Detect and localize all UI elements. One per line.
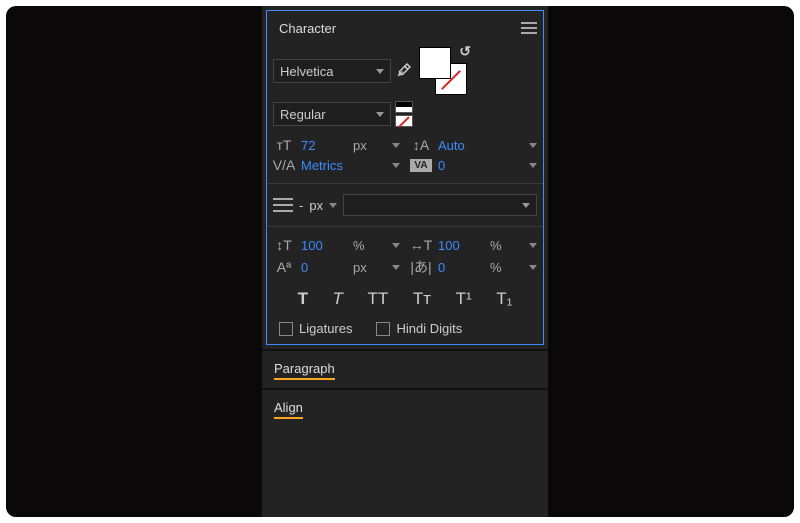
panel-stack: Character Helvetica ↺ xyxy=(262,6,548,517)
stroke-style-dropdown[interactable] xyxy=(343,194,537,216)
paragraph-title: Paragraph xyxy=(274,361,335,380)
tracking-icon: VA xyxy=(410,159,432,172)
align-panel-header[interactable]: Align xyxy=(262,388,548,427)
font-family-value: Helvetica xyxy=(280,64,333,79)
chevron-down-icon xyxy=(376,112,384,117)
swap-colors-icon[interactable]: ↺ xyxy=(459,43,471,60)
tracking-field[interactable]: VA 0 xyxy=(410,157,537,173)
chevron-down-icon[interactable] xyxy=(529,143,537,148)
vertical-scale-field[interactable]: ↕T 100 % xyxy=(273,237,400,253)
fill-stroke-swatch[interactable]: ↺ xyxy=(419,47,467,95)
chevron-down-icon xyxy=(376,69,384,74)
chevron-down-icon[interactable] xyxy=(529,243,537,248)
font-style-dropdown[interactable]: Regular xyxy=(273,102,391,126)
ligatures-label: Ligatures xyxy=(299,321,352,336)
vertical-scale-icon: ↕T xyxy=(273,237,295,253)
none-swatch-icon[interactable] xyxy=(395,115,413,127)
baseline-shift-field[interactable]: Aª 0 px xyxy=(273,257,400,277)
kerning-field[interactable]: V/A Metrics xyxy=(273,157,400,173)
chevron-down-icon[interactable] xyxy=(392,163,400,168)
chevron-down-icon[interactable] xyxy=(529,265,537,270)
chevron-down-icon[interactable] xyxy=(329,203,337,208)
font-family-dropdown[interactable]: Helvetica xyxy=(273,59,391,83)
align-title: Align xyxy=(274,400,303,419)
checkbox-icon[interactable] xyxy=(376,322,390,336)
hindi-digits-checkbox[interactable]: Hindi Digits xyxy=(376,321,462,336)
type-style-buttons: T T TT Tᴛ T¹ T₁ xyxy=(273,289,537,309)
font-size-icon: ᴛT xyxy=(273,137,295,153)
fill-color-swatch[interactable] xyxy=(419,47,451,79)
font-style-value: Regular xyxy=(280,107,326,122)
vertical-scale-value[interactable]: 100 xyxy=(301,238,347,253)
leading-value[interactable]: Auto xyxy=(438,138,484,153)
eyedropper-icon[interactable] xyxy=(395,61,413,82)
default-swatches[interactable] xyxy=(395,101,413,127)
stroke-width-icon xyxy=(273,198,293,212)
baseline-shift-icon: Aª xyxy=(273,259,295,275)
superscript-button[interactable]: T¹ xyxy=(456,289,472,309)
tsume-icon: |あ| xyxy=(410,257,432,277)
leading-icon: ↕A xyxy=(410,137,432,153)
horizontal-scale-icon: ↔T xyxy=(410,237,432,253)
chevron-down-icon xyxy=(522,203,530,208)
faux-bold-button[interactable]: T xyxy=(298,289,308,309)
font-size-value[interactable]: 72 xyxy=(301,138,347,153)
small-caps-button[interactable]: Tᴛ xyxy=(413,289,431,309)
paragraph-panel-header[interactable]: Paragraph xyxy=(262,349,548,388)
checkbox-icon[interactable] xyxy=(279,322,293,336)
tsume-value[interactable]: 0 xyxy=(438,260,484,275)
panel-header: Character xyxy=(273,15,537,41)
separator xyxy=(267,226,543,227)
kerning-icon: V/A xyxy=(273,157,295,173)
bw-swatch-icon[interactable] xyxy=(395,101,413,113)
baseline-shift-value[interactable]: 0 xyxy=(301,260,347,275)
chevron-down-icon[interactable] xyxy=(392,143,400,148)
chevron-down-icon[interactable] xyxy=(392,265,400,270)
tracking-value[interactable]: 0 xyxy=(438,158,484,173)
horizontal-scale-value[interactable]: 100 xyxy=(438,238,484,253)
faux-italic-button[interactable]: T xyxy=(333,289,343,309)
kerning-value[interactable]: Metrics xyxy=(301,158,347,173)
stroke-width-value[interactable]: - xyxy=(299,198,303,213)
panel-menu-icon[interactable] xyxy=(521,22,537,34)
panel-title: Character xyxy=(273,21,336,36)
horizontal-scale-field[interactable]: ↔T 100 % xyxy=(410,237,537,253)
ligatures-checkbox[interactable]: Ligatures xyxy=(279,321,352,336)
hindi-digits-label: Hindi Digits xyxy=(396,321,462,336)
separator xyxy=(267,183,543,184)
chevron-down-icon[interactable] xyxy=(392,243,400,248)
font-size-field[interactable]: ᴛT 72 px xyxy=(273,137,400,153)
tsume-field[interactable]: |あ| 0 % xyxy=(410,257,537,277)
chevron-down-icon[interactable] xyxy=(529,163,537,168)
all-caps-button[interactable]: TT xyxy=(368,289,389,309)
leading-field[interactable]: ↕A Auto xyxy=(410,137,537,153)
subscript-button[interactable]: T₁ xyxy=(496,289,512,309)
character-panel: Character Helvetica ↺ xyxy=(266,10,544,345)
